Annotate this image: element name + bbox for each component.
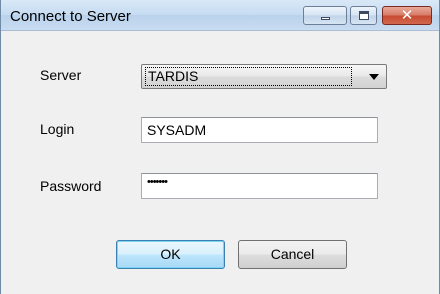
login-value: SYSADM [147,122,207,138]
close-icon: ✕ [400,6,414,24]
server-label: Server [40,67,82,83]
server-dropdown[interactable]: TARDIS [141,64,387,89]
chevron-down-icon[interactable] [369,74,379,80]
maximize-icon [359,11,369,20]
cancel-button[interactable]: Cancel [238,240,347,269]
maximize-button[interactable] [350,6,377,25]
close-button[interactable]: ✕ [382,6,432,25]
window-title: Connect to Server [10,8,131,25]
minimize-button[interactable] [303,6,347,25]
password-field[interactable]: ••••••• [141,173,378,199]
password-label: Password [40,178,102,194]
password-mask: ••••••• [147,176,168,188]
login-label: Login [40,121,75,137]
connect-dialog: Connect to Server ✕ Server TARDIS Login … [0,0,440,294]
ok-button[interactable]: OK [116,240,225,269]
minimize-icon [321,17,330,20]
login-field[interactable]: SYSADM [141,117,378,143]
server-selected-value: TARDIS [148,68,199,84]
title-bar[interactable]: Connect to Server ✕ [1,0,439,31]
